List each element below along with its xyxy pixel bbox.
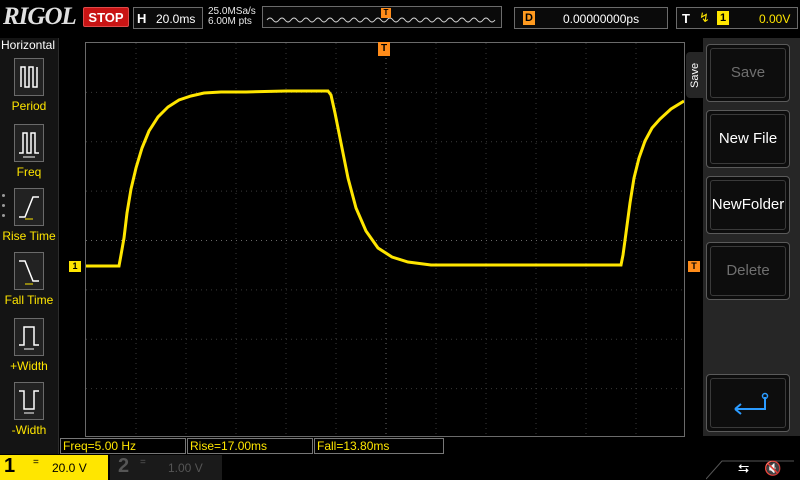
measure-fall-time[interactable]: Fall Time [0, 252, 58, 316]
delete-button[interactable]: Delete [706, 242, 790, 300]
measure-negative-width[interactable]: -Width [0, 382, 58, 446]
positive-width-icon [14, 318, 44, 356]
measure-period[interactable]: Period [0, 58, 58, 122]
speaker-muted-icon[interactable]: 🔇 [764, 460, 781, 477]
new-folder-button[interactable]: NewFolder [706, 176, 790, 234]
trigger-source: 1 [717, 11, 729, 25]
measure-label: -Width [11, 423, 47, 437]
save-menu-tab: Save [686, 52, 703, 98]
trigger-position-marker[interactable]: T [378, 42, 390, 56]
memory-trigger-marker: T [381, 8, 391, 18]
measure-rise-time[interactable]: Rise Time [0, 188, 58, 252]
measure-label: Fall Time [4, 293, 54, 307]
frequency-icon [14, 124, 44, 162]
measure-menu: Horizontal Period Freq Rise Time Fall Ti… [0, 38, 59, 454]
channel2-number: 2 [118, 455, 130, 477]
waveform-display[interactable] [85, 42, 685, 437]
measure-frequency[interactable]: Freq [0, 124, 58, 188]
period-icon [14, 58, 44, 96]
trigger-level: 0.00V [759, 12, 791, 26]
top-status-bar: RIGOL STOP H 20.0ms 25.0MSa/s 6.00M pts … [0, 0, 800, 36]
channel2-scale: 1.00 V [168, 461, 203, 475]
measure-label: Freq [16, 165, 42, 179]
fall-time-icon [14, 252, 44, 290]
measurement-fall: Fall=13.80ms [314, 438, 444, 454]
horizontal-label: H [137, 11, 147, 26]
dc-coupling-icon: = [33, 457, 39, 468]
delay-value: 0.00000000ps [563, 12, 640, 26]
trigger-box[interactable]: T ↯ 1 0.00V [676, 7, 798, 29]
status-bar-right [706, 460, 794, 480]
channel1-status[interactable]: 1 = 20.0 V [0, 455, 108, 480]
rise-time-icon [14, 188, 44, 226]
timebase-value: 20.0ms [156, 12, 196, 26]
return-button[interactable] [706, 374, 790, 432]
return-arrow-icon [734, 392, 769, 415]
new-file-button[interactable]: New File [706, 110, 790, 168]
channel1-ground-marker[interactable]: 1 [69, 261, 81, 272]
trigger-label: T [682, 11, 690, 26]
acquisition-info: 25.0MSa/s 6.00M pts [208, 7, 256, 27]
delay-label: D [523, 11, 535, 25]
negative-width-icon [14, 382, 44, 420]
channel1-scale: 20.0 V [52, 461, 87, 475]
measure-label: Rise Time [2, 229, 56, 243]
measure-category-title: Horizontal [1, 38, 56, 52]
dc-coupling-icon: = [140, 457, 146, 468]
memory-depth: 6.00M pts [208, 16, 252, 27]
channel2-status[interactable]: 2 = 1.00 V [110, 455, 222, 480]
memory-overview-bar[interactable]: T [262, 6, 502, 28]
rigol-logo: RIGOL [3, 3, 77, 30]
measure-label: +Width [10, 359, 48, 373]
save-button[interactable]: Save [706, 44, 790, 102]
channel1-waveform [86, 89, 684, 268]
measure-label: Period [11, 99, 47, 113]
usb-icon: ⮀ [738, 460, 750, 476]
channel-status-bar: 1 = 20.0 V 2 = 1.00 V ⮀ 🔇 [0, 455, 800, 480]
trigger-level-marker[interactable]: T [688, 261, 700, 272]
measurement-frequency: Freq=5.00 Hz [60, 438, 186, 454]
measure-positive-width[interactable]: +Width [0, 318, 58, 382]
rising-edge-icon: ↯ [699, 10, 710, 25]
delay-box[interactable]: D 0.00000000ps [514, 7, 668, 29]
channel1-number: 1 [4, 455, 16, 477]
run-stop-indicator[interactable]: STOP [83, 7, 129, 27]
measurement-rise: Rise=17.00ms [187, 438, 313, 454]
horizontal-timebase-box[interactable]: H 20.0ms [133, 7, 203, 29]
